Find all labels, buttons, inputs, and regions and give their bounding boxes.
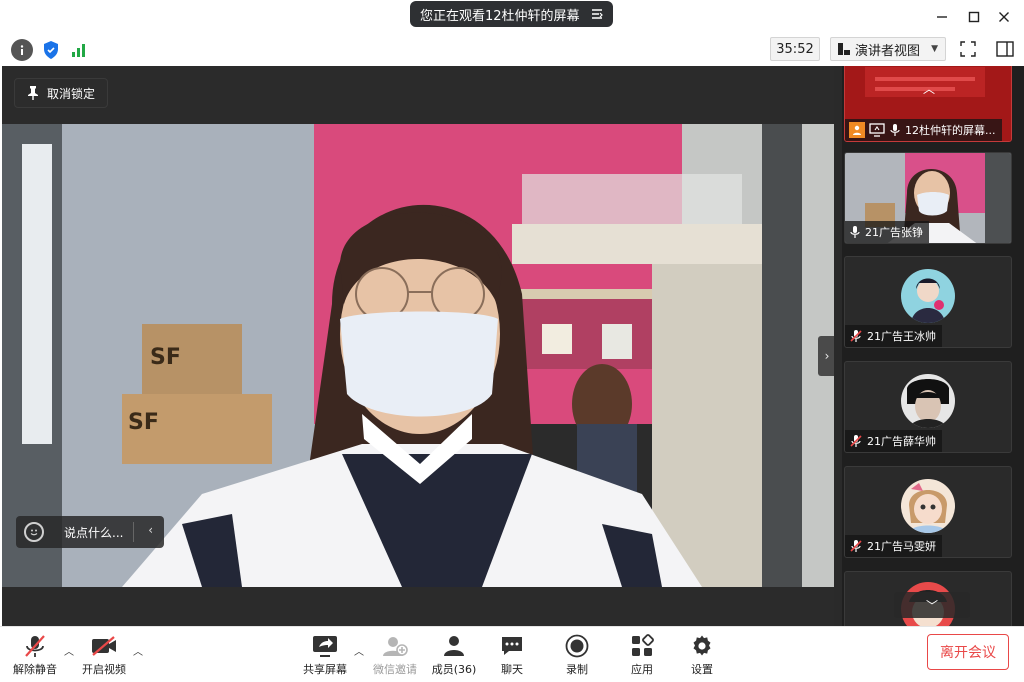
minimize-button[interactable] — [930, 6, 954, 28]
quick-chat-input[interactable]: 说点什么... ‹ — [16, 516, 164, 548]
members-label: 成员(36) — [431, 663, 477, 676]
meeting-window: 您正在观看12杜仲轩的屏幕 35:52 演讲者视图 ▼ SF SF 取消锁定 说… — [0, 0, 1024, 682]
participant-name: 21广告张铮 — [865, 226, 923, 239]
share-screen-button[interactable]: 共享屏幕 — [300, 633, 350, 679]
tile-namebar: 21广告马雯妍 — [845, 535, 942, 557]
mic-muted-icon — [849, 329, 863, 343]
fullscreen-icon — [960, 41, 976, 57]
mic-icon — [889, 123, 901, 137]
host-icon — [849, 122, 865, 138]
video-off-icon — [89, 633, 119, 659]
close-button[interactable] — [992, 6, 1016, 28]
members-icon — [439, 633, 469, 659]
apps-icon — [627, 633, 657, 659]
participant-gallery: 12杜仲轩的屏幕... ︿ 21广告张铮 21广告王冰帅 21广告薛华帅 21广… — [834, 66, 1024, 626]
wechat-invite-label: 微信邀请 — [373, 663, 417, 676]
unmute-button[interactable]: 解除静音 — [10, 633, 60, 679]
main-video-area: SF SF 取消锁定 说点什么... ‹ › — [2, 66, 836, 626]
tile-namebar: 21广告张铮 — [845, 221, 929, 243]
settings-label: 设置 — [691, 663, 713, 676]
unpin-button[interactable]: 取消锁定 — [14, 78, 108, 108]
tile-namebar: 21广告王冰帅 — [845, 325, 942, 347]
record-icon — [562, 633, 592, 659]
chevron-right-icon: › — [824, 349, 830, 363]
emoji-icon[interactable] — [24, 522, 44, 542]
participant-tile[interactable]: 21广告薛华帅 — [844, 361, 1012, 453]
leave-meeting-button[interactable]: 离开会议 — [927, 634, 1009, 670]
settings-button[interactable]: 设置 — [680, 633, 724, 679]
start-video-label: 开启视频 — [82, 663, 126, 676]
pin-icon — [28, 86, 38, 100]
gallery-scrollbar[interactable] — [834, 66, 842, 626]
unmute-label: 解除静音 — [13, 663, 57, 676]
screen-share-icon — [869, 123, 885, 137]
participant-tile[interactable]: 12杜仲轩的屏幕... — [844, 66, 1012, 142]
avatar — [901, 479, 955, 533]
apps-label: 应用 — [631, 663, 653, 676]
view-mode-dropdown[interactable]: 演讲者视图 ▼ — [830, 37, 946, 61]
mic-icon — [849, 225, 861, 239]
participant-name: 21广告马雯妍 — [867, 540, 936, 553]
info-icon[interactable] — [11, 39, 33, 61]
gear-icon — [687, 633, 717, 659]
toggle-sidebar-button[interactable] — [992, 37, 1018, 61]
chevron-up-icon[interactable]: ︿ — [912, 80, 946, 96]
video-options-caret[interactable]: ︿ — [131, 643, 145, 658]
meeting-timer: 35:52 — [770, 37, 820, 61]
chevron-down-icon: ▼ — [931, 44, 938, 54]
meeting-control-bar: 解除静音 ︿ 开启视频 ︿ 共享屏幕 ︿ 微信邀请 成员(36) 聊天 录制 应… — [0, 626, 1024, 682]
share-options-caret[interactable]: ︿ — [352, 643, 366, 658]
avatar — [901, 374, 955, 428]
share-screen-label: 共享屏幕 — [303, 663, 347, 676]
svg-text:SF: SF — [128, 410, 159, 435]
record-button[interactable]: 录制 — [555, 633, 599, 679]
record-label: 录制 — [566, 663, 588, 676]
maximize-button[interactable] — [962, 6, 986, 28]
chevron-down-icon: ﹀ — [925, 598, 938, 613]
participant-tile[interactable]: 21广告张铮 — [844, 152, 1012, 244]
fullscreen-button[interactable] — [955, 37, 981, 61]
start-video-button[interactable]: 开启视频 — [78, 633, 130, 679]
share-notice-text: 您正在观看12杜仲轩的屏幕 — [420, 8, 580, 24]
divider — [133, 522, 134, 542]
list-menu-icon[interactable] — [589, 6, 605, 22]
apps-button[interactable]: 应用 — [620, 633, 664, 679]
chat-icon — [497, 633, 527, 659]
svg-text:SF: SF — [150, 345, 181, 370]
chat-button[interactable]: 聊天 — [490, 633, 534, 679]
wechat-invite-button[interactable]: 微信邀请 — [370, 633, 420, 679]
share-notice-pill[interactable]: 您正在观看12杜仲轩的屏幕 — [410, 1, 613, 27]
signal-strength-icon[interactable] — [68, 39, 90, 61]
title-bar: 您正在观看12杜仲轩的屏幕 — [0, 0, 1024, 34]
speaker-view-icon — [837, 42, 851, 56]
tile-namebar: 21广告薛华帅 — [845, 430, 942, 452]
tile-namebar: 12杜仲轩的屏幕... — [845, 119, 1002, 141]
participant-tile[interactable]: 21广告王冰帅 — [844, 256, 1012, 348]
chevron-left-icon[interactable]: ‹ — [148, 523, 153, 537]
participant-name: 21广告薛华帅 — [867, 435, 936, 448]
shield-icon[interactable] — [40, 39, 62, 61]
chat-label: 聊天 — [501, 663, 523, 676]
participant-tile[interactable]: 21广告马雯妍 — [844, 466, 1012, 558]
mic-muted-icon — [20, 633, 50, 659]
audio-options-caret[interactable]: ︿ — [62, 643, 76, 658]
mic-muted-icon — [849, 434, 863, 448]
sidebar-layout-icon — [996, 41, 1014, 57]
unpin-label: 取消锁定 — [47, 86, 96, 101]
avatar — [901, 269, 955, 323]
add-user-icon — [380, 633, 410, 659]
share-screen-icon — [310, 633, 340, 659]
participant-name: 12杜仲轩的屏幕... — [905, 124, 996, 137]
scroll-down-button[interactable]: ﹀ — [894, 592, 970, 618]
participant-name: 21广告王冰帅 — [867, 330, 936, 343]
mic-muted-icon — [849, 539, 863, 553]
chat-placeholder: 说点什么... — [64, 525, 124, 540]
view-mode-label: 演讲者视图 — [855, 43, 921, 59]
meeting-info-bar: 35:52 演讲者视图 ▼ — [0, 34, 1024, 66]
members-button[interactable]: 成员(36) — [428, 633, 480, 679]
